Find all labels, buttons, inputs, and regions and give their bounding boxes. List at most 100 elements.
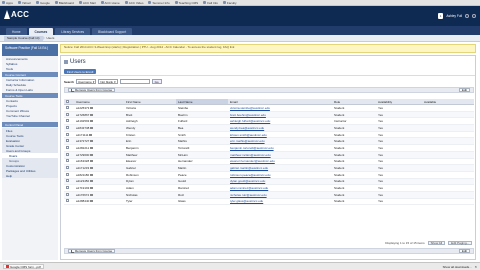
- edit-button[interactable]: Edit: [458, 88, 470, 92]
- table-row[interactable]: a1282211 Benjamin Tortorelli benjamin.torto…: [64, 144, 474, 152]
- bookmark-blackboard[interactable]: Blackboard: [54, 1, 74, 5]
- bookmark-google[interactable]: Google: [36, 1, 50, 5]
- sidebar-item-forms-open-labs[interactable]: Forms & Open Labs: [2, 87, 58, 92]
- cell-email-link[interactable]: ashleigh.fulford@austincc.edu: [228, 117, 332, 126]
- row-checkbox[interactable]: [66, 112, 69, 116]
- table-row[interactable]: a1176672 Nicholas Ruiz nicholas.ruiz@austin…: [64, 191, 474, 199]
- search-field-select[interactable]: Username ▾: [76, 79, 97, 84]
- row-checkbox[interactable]: [66, 132, 69, 136]
- table-row[interactable]: a1729600 Matthew McLain matthew.mclain@aust…: [64, 151, 474, 159]
- search-input[interactable]: [119, 79, 150, 84]
- notification-badge[interactable]: 1: [437, 13, 444, 19]
- show-all-downloads-link[interactable]: Show all downloads...: [443, 265, 472, 269]
- tab-home[interactable]: Home: [6, 28, 27, 35]
- row-checkbox[interactable]: [66, 105, 69, 109]
- cell-email-link[interactable]: nicholas.ruiz@austincc.edu: [228, 191, 332, 199]
- help-icon[interactable]: [465, 14, 469, 18]
- context-menu-icon[interactable]: [90, 180, 94, 183]
- row-checkbox[interactable]: [66, 172, 69, 176]
- edit-button-bottom[interactable]: Edit: [458, 249, 470, 253]
- cell-email-link[interactable]: dylan.gould@austincc.edu: [228, 178, 332, 186]
- context-menu-icon[interactable]: [90, 200, 94, 203]
- context-menu-icon[interactable]: [89, 133, 93, 136]
- row-checkbox[interactable]: [66, 119, 69, 123]
- context-menu-icon[interactable]: [90, 173, 94, 176]
- row-checkbox[interactable]: [66, 179, 69, 183]
- table-row[interactable]: a1225373 Victoria Steinbe victoria.steinbe@…: [64, 104, 474, 112]
- row-checkbox[interactable]: [66, 186, 69, 190]
- context-menu-icon[interactable]: [90, 187, 94, 190]
- cell-email-link[interactable]: brett.boehm@austincc.edu: [228, 111, 332, 119]
- bookmark-teaching-cms[interactable]: Teaching CMS: [174, 1, 198, 5]
- context-menu-icon[interactable]: [90, 140, 94, 143]
- row-checkbox[interactable]: [66, 125, 69, 129]
- cell-email-link[interactable]: kristen.smith@austincc.edu: [228, 131, 332, 139]
- table-row[interactable]: a4192593 Ashleigh Fulford ashleigh.fulford@…: [64, 117, 474, 126]
- row-checkbox[interactable]: [66, 192, 69, 196]
- edit-paging-button[interactable]: Edit Paging...: [448, 241, 472, 245]
- cell-email-link[interactable]: matthew.mclain@austincc.edu: [228, 151, 332, 159]
- context-menu-icon[interactable]: [90, 160, 94, 163]
- table-row[interactable]: a1288440 Tyler Glass tyler.glass@austincc.e…: [64, 198, 474, 206]
- cell-email-link[interactable]: wendy.bea@austincc.edu: [228, 124, 332, 132]
- search-operator-select[interactable]: Not blank ▾: [98, 79, 118, 84]
- sidebar-item-help[interactable]: Help: [2, 173, 58, 178]
- bookmark-apps[interactable]: Apps: [2, 1, 13, 5]
- bookmark-faculty[interactable]: Faculty: [222, 1, 237, 5]
- close-icon[interactable]: ×: [475, 264, 477, 269]
- row-checkbox[interactable]: [66, 145, 69, 149]
- bookmark-acc-mail[interactable]: ACC Mail: [78, 1, 96, 5]
- context-menu-icon[interactable]: [90, 120, 94, 123]
- row-checkbox[interactable]: [66, 199, 69, 203]
- show-all-button[interactable]: Show All: [427, 241, 446, 245]
- row-checkbox[interactable]: [66, 159, 69, 163]
- remove-users-button[interactable]: Remove Users from Course: [68, 88, 116, 92]
- table-row[interactable]: a1171233 Gabriel Martin gabriel.martin@aust…: [64, 164, 474, 172]
- cell-email-link[interactable]: gabriel.martin@austincc.edu: [228, 164, 332, 172]
- cell-email-link[interactable]: robinson.peace@austincc.edu: [228, 171, 332, 179]
- go-button[interactable]: Go: [151, 79, 162, 84]
- bookmark-summer-info[interactable]: Summer Info: [148, 1, 170, 5]
- bookmark-acc-video[interactable]: ACC Video: [124, 1, 143, 5]
- select-all-checkbox[interactable]: [66, 99, 69, 103]
- tab-library-services[interactable]: Library Services: [55, 28, 91, 35]
- table-row[interactable]: a1163328 Eleanor Hernandez eleanor.hernande…: [64, 158, 474, 166]
- context-menu-icon[interactable]: [90, 106, 94, 109]
- tab-blackboard-support[interactable]: Blackboard Support: [92, 28, 133, 35]
- sidebar-item-tools[interactable]: Tools: [2, 66, 58, 71]
- tab-courses[interactable]: Courses: [28, 28, 54, 35]
- table-row[interactable]: a1821180 Robinson Peace robinson.peace@aust…: [64, 171, 474, 179]
- table-row[interactable]: a1372727 Erin Mathis erin.mathis@austincc.e…: [64, 137, 474, 146]
- cell-email-link[interactable]: erin.mathis@austincc.edu: [228, 137, 332, 146]
- row-checkbox[interactable]: [66, 166, 69, 170]
- bookmark-fall-info[interactable]: Fall Info: [203, 1, 218, 5]
- section-control-panel[interactable]: Control Panel: [2, 122, 58, 127]
- user-name-link[interactable]: Ashley Full: [446, 14, 462, 18]
- context-menu-icon[interactable]: [90, 146, 94, 149]
- table-row[interactable]: a1123450 Dylan Gould dylan.gould@austincc.e…: [64, 178, 474, 186]
- acc-logo[interactable]: ACC: [4, 10, 29, 19]
- table-row[interactable]: a1843738 Wendy Bea wendy.bea@austincc.edu St…: [64, 124, 474, 132]
- logout-icon[interactable]: [472, 14, 476, 18]
- context-menu-icon[interactable]: [90, 113, 94, 116]
- remove-users-button-bottom[interactable]: Remove Users from Course: [68, 249, 116, 253]
- bookmark-acc-home[interactable]: ACC Home: [100, 1, 120, 5]
- cell-email-link[interactable]: adam.ramirez@austincc.edu: [228, 184, 332, 192]
- context-menu-icon[interactable]: [90, 126, 94, 129]
- bookmark-yahoo[interactable]: Yahoo!: [17, 1, 31, 5]
- context-menu-icon[interactable]: [90, 153, 94, 156]
- context-menu-icon[interactable]: [90, 193, 94, 196]
- table-row[interactable]: a1171111 Kristen Smith kristen.smith@austin…: [64, 131, 474, 139]
- download-item[interactable]: Google CMS form...pdf: [3, 264, 44, 269]
- breadcrumb-course[interactable]: Sample Course (Fall 14): [4, 35, 43, 41]
- cell-email-link[interactable]: eleanor.hernandez@austincc.edu: [228, 158, 332, 166]
- cell-email-link[interactable]: benjamin.tortorelli@austincc.edu: [228, 144, 332, 152]
- row-checkbox[interactable]: [66, 152, 69, 156]
- cell-email-link[interactable]: tyler.glass@austincc.edu: [228, 198, 332, 206]
- course-title[interactable]: Software Practice (Fall 14 Ed.): [2, 44, 58, 56]
- row-checkbox[interactable]: [66, 139, 69, 143]
- cell-email-link[interactable]: victoria.steinbe@austincc.edu: [228, 104, 332, 112]
- table-row[interactable]: a1726867 Brett Boehm brett.boehm@austincc.e…: [64, 111, 474, 119]
- table-row[interactable]: a1719193 Adam Ramirez adam.ramirez@austincc…: [64, 184, 474, 192]
- find-users-button[interactable]: Find Users to Enroll: [64, 69, 97, 74]
